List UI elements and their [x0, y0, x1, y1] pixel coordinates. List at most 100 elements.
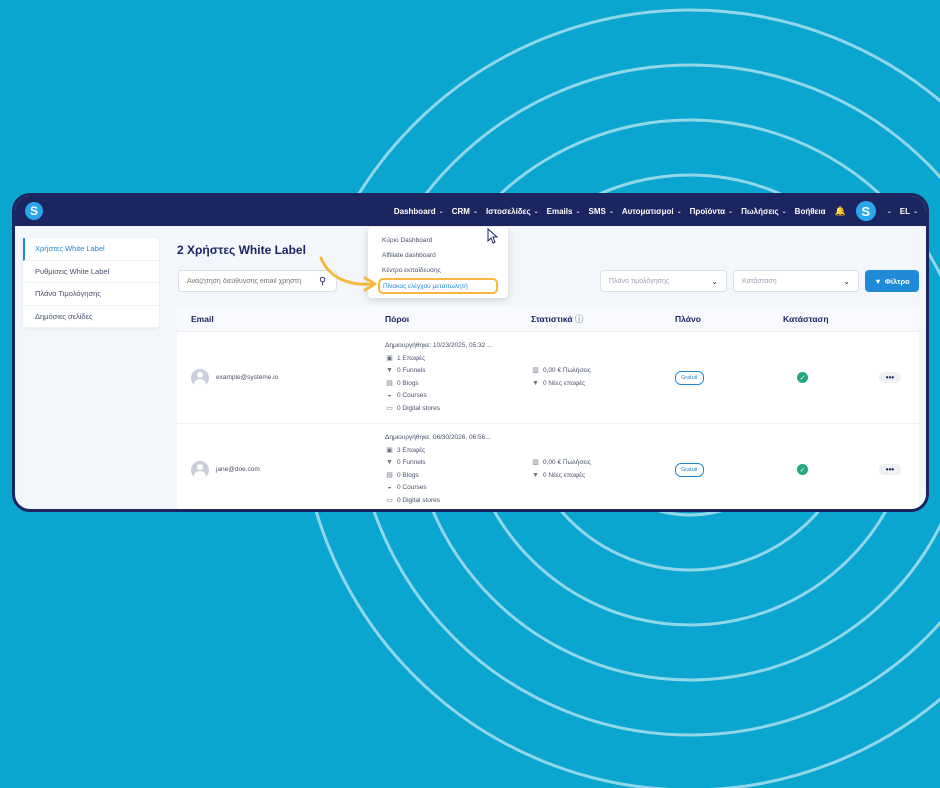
- status-select[interactable]: Κατάσταση ⌄: [733, 270, 859, 292]
- nav-sms[interactable]: SMS ⌄: [588, 207, 613, 216]
- info-icon[interactable]: ⓘ: [575, 314, 584, 324]
- funnels-count: 0 Funnels: [397, 459, 426, 466]
- avatar-chevron[interactable]: ⌄: [884, 208, 892, 215]
- check-icon: ✓: [797, 464, 808, 475]
- contact-icon: ▣: [386, 446, 393, 454]
- new-contacts-value: 0 Νέες επαφές: [543, 379, 586, 387]
- funnel-icon: ▼: [532, 379, 539, 387]
- header-status: Κατάσταση: [783, 313, 829, 324]
- sales-value: 0,00 € Πωλήσεις: [543, 459, 591, 466]
- more-actions-button[interactable]: •••: [879, 372, 901, 383]
- sidebar-item-white-label-users[interactable]: Χρήστες White Label: [23, 238, 159, 261]
- logo-icon[interactable]: S: [25, 202, 43, 220]
- courses-count: 0 Courses: [397, 392, 427, 399]
- store-icon: ▭: [386, 496, 393, 504]
- resources-cell: Δημιουργήθηκε: 06/30/2026, 06:56... ▣ 3 Ε…: [385, 432, 531, 507]
- stores-count: 0 Digital stores: [397, 496, 440, 504]
- contacts-count: 3 Επαφές: [397, 446, 426, 454]
- header-resources: Πόροι: [385, 313, 410, 324]
- blog-icon: ▤: [386, 471, 393, 479]
- chevron-down-icon: ⌄: [711, 276, 718, 286]
- nav-products[interactable]: Προϊόντα ⌄: [690, 207, 733, 216]
- dropdown-item-training-center[interactable]: Κέντρο εκπαίδευσης: [368, 263, 508, 278]
- funnel-icon: ▼: [386, 367, 393, 374]
- funnels-count: 0 Funnels: [397, 367, 426, 374]
- mouse-cursor-icon: [487, 228, 499, 244]
- header-email: Email: [191, 313, 214, 324]
- money-icon: ▥: [532, 367, 539, 374]
- check-icon: ✓: [797, 372, 808, 383]
- plan-select-label: Πλάνο τιμολόγησης: [609, 277, 670, 285]
- nav-crm[interactable]: CRM ⌄: [452, 207, 478, 216]
- funnel-icon: ▼: [532, 471, 539, 479]
- page-title: 2 Χρήστες White Label: [177, 243, 306, 257]
- contacts-count: 1 Επαφές: [397, 354, 426, 362]
- sidebar-item-white-label-settings[interactable]: Ρυθμίσεις White Label: [23, 261, 159, 283]
- search-input[interactable]: [187, 277, 317, 285]
- contact-icon: ▣: [386, 354, 393, 362]
- chevron-down-icon: ⌄: [886, 208, 892, 215]
- header-plan: Πλάνο: [675, 313, 701, 324]
- store-icon: ▭: [386, 404, 393, 412]
- app-window: S Dashboard ⌄ CRM ⌄ Ιστοσελίδες ⌄ Emails ⌄ S…: [12, 193, 929, 512]
- users-table: Email Πόροι Στατιστικά ⓘ Πλάνο Κατάσταση…: [177, 306, 919, 509]
- chevron-down-icon: ⌄: [676, 208, 682, 215]
- status-select-label: Κατάσταση: [742, 277, 777, 285]
- sidebar-item-public-pages[interactable]: Δημόσιες σελίδες: [23, 306, 159, 328]
- nav-sales[interactable]: Πωλήσεις ⌄: [741, 207, 787, 216]
- more-actions-button[interactable]: •••: [879, 464, 901, 475]
- sidebar-item-pricing-plans[interactable]: Πλάνα Τιμολόγησης: [23, 283, 159, 306]
- header-stats: Στατιστικά ⓘ: [531, 313, 584, 324]
- bell-icon[interactable]: 🔔: [834, 206, 845, 217]
- blogs-count: 0 Blogs: [397, 471, 419, 479]
- chevron-down-icon: ⌄: [438, 208, 444, 215]
- main-nav: Dashboard ⌄ CRM ⌄ Ιστοσελίδες ⌄ Emails ⌄ SMS…: [386, 196, 918, 226]
- nav-automations[interactable]: Αυτοματισμοί ⌄: [622, 207, 682, 216]
- filter-icon: ▼: [874, 276, 882, 286]
- language-selector[interactable]: EL ⌄: [900, 207, 918, 216]
- course-icon: ◒: [387, 484, 392, 491]
- avatar: [191, 368, 209, 387]
- sidebar: Χρήστες White Label Ρυθμίσεις White Labe…: [23, 238, 159, 328]
- nav-help[interactable]: Βοήθεια: [795, 207, 826, 216]
- funnel-icon: ▼: [386, 459, 393, 466]
- nav-dashboard[interactable]: Dashboard ⌄: [394, 207, 444, 216]
- resources-cell: Δημιουργήθηκε: 10/23/2025, 05:32 ... ▣ 1 …: [385, 340, 531, 415]
- chevron-down-icon: ⌄: [472, 208, 478, 215]
- stats-cell: ▥ 0,00 € Πωλήσεις ▼ 0 Νέες επαφές: [531, 365, 675, 390]
- plan-select[interactable]: Πλάνο τιμολόγησης ⌄: [600, 270, 727, 292]
- created-date: Δημιουργήθηκε: 10/23/2025, 05:32 ...: [385, 342, 493, 349]
- created-date: Δημιουργήθηκε: 06/30/2026, 06:56...: [385, 434, 491, 441]
- filter-button[interactable]: ▼ Φίλτρο: [865, 270, 919, 292]
- chevron-down-icon: ⌄: [575, 208, 581, 215]
- user-email[interactable]: example@systeme.io: [216, 374, 278, 381]
- user-avatar[interactable]: S: [855, 201, 876, 221]
- blogs-count: 0 Blogs: [397, 379, 419, 387]
- nav-emails[interactable]: Emails ⌄: [547, 207, 581, 216]
- chevron-down-icon: ⌄: [912, 208, 918, 215]
- nav-websites[interactable]: Ιστοσελίδες ⌄: [486, 207, 539, 216]
- table-header: Email Πόροι Στατιστικά ⓘ Πλάνο Κατάσταση: [177, 306, 919, 332]
- new-contacts-value: 0 Νέες επαφές: [543, 471, 586, 479]
- chevron-down-icon: ⌄: [608, 208, 614, 215]
- table-row: example@systeme.io Δημιουργήθηκε: 10/23/…: [177, 332, 919, 424]
- chevron-down-icon: ⌄: [533, 208, 539, 215]
- stores-count: 0 Digital stores: [397, 404, 440, 412]
- plan-badge: Gratuit: [675, 462, 704, 477]
- plan-badge: Gratuit: [675, 370, 704, 385]
- sales-value: 0,00 € Πωλήσεις: [543, 367, 591, 374]
- blog-icon: ▤: [386, 379, 393, 387]
- top-navbar: S Dashboard ⌄ CRM ⌄ Ιστοσελίδες ⌄ Emails ⌄ S…: [15, 196, 926, 226]
- courses-count: 0 Courses: [397, 484, 427, 491]
- chevron-down-icon: ⌄: [728, 208, 734, 215]
- stats-cell: ▥ 0,00 € Πωλήσεις ▼ 0 Νέες επαφές: [531, 457, 675, 482]
- search-box: ⚲: [178, 270, 337, 292]
- dropdown-item-affiliate-dashboard[interactable]: Affiliate dashboard: [368, 248, 508, 263]
- annotation-arrow-icon: [319, 256, 377, 292]
- chevron-down-icon: ⌄: [781, 208, 787, 215]
- course-icon: ◒: [387, 392, 392, 399]
- money-icon: ▥: [532, 459, 539, 466]
- dropdown-item-reseller-dashboard[interactable]: Πίνακας ελέγχου μεταπωλητή: [378, 278, 498, 294]
- user-email[interactable]: jane@doe.com: [216, 466, 260, 473]
- avatar: [191, 460, 209, 479]
